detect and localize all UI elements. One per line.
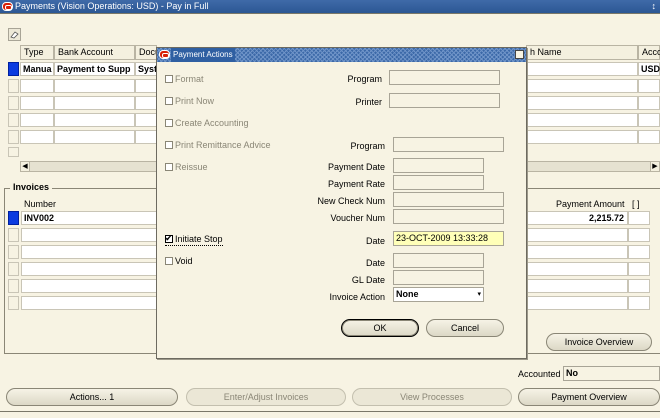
payment-rate-field[interactable] bbox=[393, 175, 484, 190]
initiate-stop-checkbox[interactable]: Initiate Stop bbox=[165, 232, 223, 246]
invoice-action-select[interactable]: None ▾ bbox=[393, 287, 484, 302]
dialog-title-bar: Payment Actions bbox=[157, 48, 526, 62]
payment-rate-label: Payment Rate bbox=[327, 179, 385, 189]
invoices-empty-rows-left bbox=[8, 228, 157, 313]
row-selector-selected[interactable] bbox=[8, 62, 19, 76]
remittance-program-label: Program bbox=[350, 141, 385, 151]
voucher-num-label: Voucher Num bbox=[330, 213, 385, 223]
view-processes-button[interactable]: View Processes bbox=[352, 388, 512, 406]
invoice-row-selector-selected[interactable] bbox=[8, 211, 19, 225]
invoice-number-header: Number bbox=[24, 199, 57, 209]
void-checkbox[interactable]: Void bbox=[165, 255, 193, 267]
void-date-field[interactable] bbox=[393, 253, 484, 268]
col-header-bank-account: Bank Account bbox=[54, 45, 135, 60]
chevron-down-icon[interactable]: ▾ bbox=[477, 288, 481, 301]
col-header-account: Acco bbox=[638, 45, 660, 60]
window-title: Payments (Vision Operations: USD) - Pay … bbox=[15, 1, 209, 11]
bank-account-cell[interactable]: Payment to Supp bbox=[54, 62, 135, 76]
format-checkbox[interactable]: Format bbox=[165, 73, 204, 85]
accounted-field: No bbox=[563, 366, 660, 381]
payment-date-label: Payment Date bbox=[327, 162, 385, 172]
printer-field[interactable] bbox=[389, 93, 500, 108]
name-cell[interactable] bbox=[526, 62, 638, 76]
attachment-icon[interactable] bbox=[8, 28, 21, 41]
voucher-num-field[interactable] bbox=[393, 209, 504, 224]
stop-date-label: Date bbox=[365, 236, 385, 246]
payment-amount-header: Payment Amount bbox=[556, 199, 625, 209]
invoices-section-title: Invoices bbox=[10, 182, 53, 192]
reissue-checkbox[interactable]: Reissue bbox=[165, 161, 208, 173]
col-header-type: Type bbox=[20, 45, 54, 60]
scroll-right-icon[interactable]: ▶ bbox=[650, 161, 660, 172]
payments-empty-rows-right bbox=[526, 79, 660, 157]
new-check-num-label: New Check Num bbox=[317, 196, 385, 206]
program-label: Program bbox=[347, 74, 382, 84]
invoice-overview-button[interactable]: Invoice Overview bbox=[546, 333, 652, 351]
invoice-extra-cell[interactable] bbox=[628, 211, 650, 225]
payment-amount-cell[interactable]: 2,215.72 bbox=[526, 211, 628, 225]
printer-label: Printer bbox=[355, 97, 382, 107]
col-header-document: Docu bbox=[135, 45, 160, 60]
currency-cell[interactable]: USD bbox=[638, 62, 660, 76]
payment-actions-dialog: Payment Actions Format Print Now Create … bbox=[156, 47, 527, 359]
scroll-left-icon[interactable]: ◀ bbox=[20, 161, 30, 172]
new-check-num-field[interactable] bbox=[393, 192, 504, 207]
print-now-checkbox[interactable]: Print Now bbox=[165, 95, 214, 107]
program-field[interactable] bbox=[389, 70, 500, 85]
payment-overview-button[interactable]: Payment Overview bbox=[518, 388, 660, 406]
gl-date-field[interactable] bbox=[393, 270, 484, 285]
document-cell[interactable]: Syst bbox=[135, 62, 157, 76]
print-remittance-checkbox[interactable]: Print Remittance Advice bbox=[165, 139, 271, 151]
payment-date-field[interactable] bbox=[393, 158, 484, 173]
invoice-action-label: Invoice Action bbox=[329, 292, 385, 302]
dialog-title: Payment Actions bbox=[171, 48, 235, 62]
stop-date-field[interactable]: 23-OCT-2009 13:33:28 bbox=[393, 231, 504, 246]
gl-date-label: GL Date bbox=[351, 275, 385, 285]
window-title-bar: Payments (Vision Operations: USD) - Pay … bbox=[0, 0, 660, 13]
dialog-close-icon[interactable] bbox=[515, 50, 524, 59]
remittance-program-field[interactable] bbox=[393, 137, 504, 152]
void-date-label: Date bbox=[365, 258, 385, 268]
cancel-button[interactable]: Cancel bbox=[426, 319, 504, 337]
invoices-empty-rows-right bbox=[526, 228, 650, 313]
payment-type-cell[interactable]: Manua bbox=[20, 62, 54, 76]
enter-adjust-invoices-button[interactable]: Enter/Adjust Invoices bbox=[186, 388, 346, 406]
window-resize-icon[interactable]: ↕ bbox=[652, 0, 657, 13]
invoice-number-cell[interactable]: INV002 bbox=[21, 211, 157, 225]
accounted-label: Accounted bbox=[518, 369, 561, 379]
col-header-name: h Name bbox=[526, 45, 638, 60]
folder-bracket-header[interactable]: [ ] bbox=[632, 199, 640, 209]
actions-button[interactable]: Actions... 1 bbox=[6, 388, 178, 406]
payments-empty-rows-left bbox=[8, 79, 157, 157]
dialog-oracle-logo-icon bbox=[159, 50, 170, 59]
oracle-logo-icon bbox=[2, 2, 13, 11]
ok-button[interactable]: OK bbox=[341, 319, 419, 337]
create-accounting-checkbox[interactable]: Create Accounting bbox=[165, 117, 249, 129]
